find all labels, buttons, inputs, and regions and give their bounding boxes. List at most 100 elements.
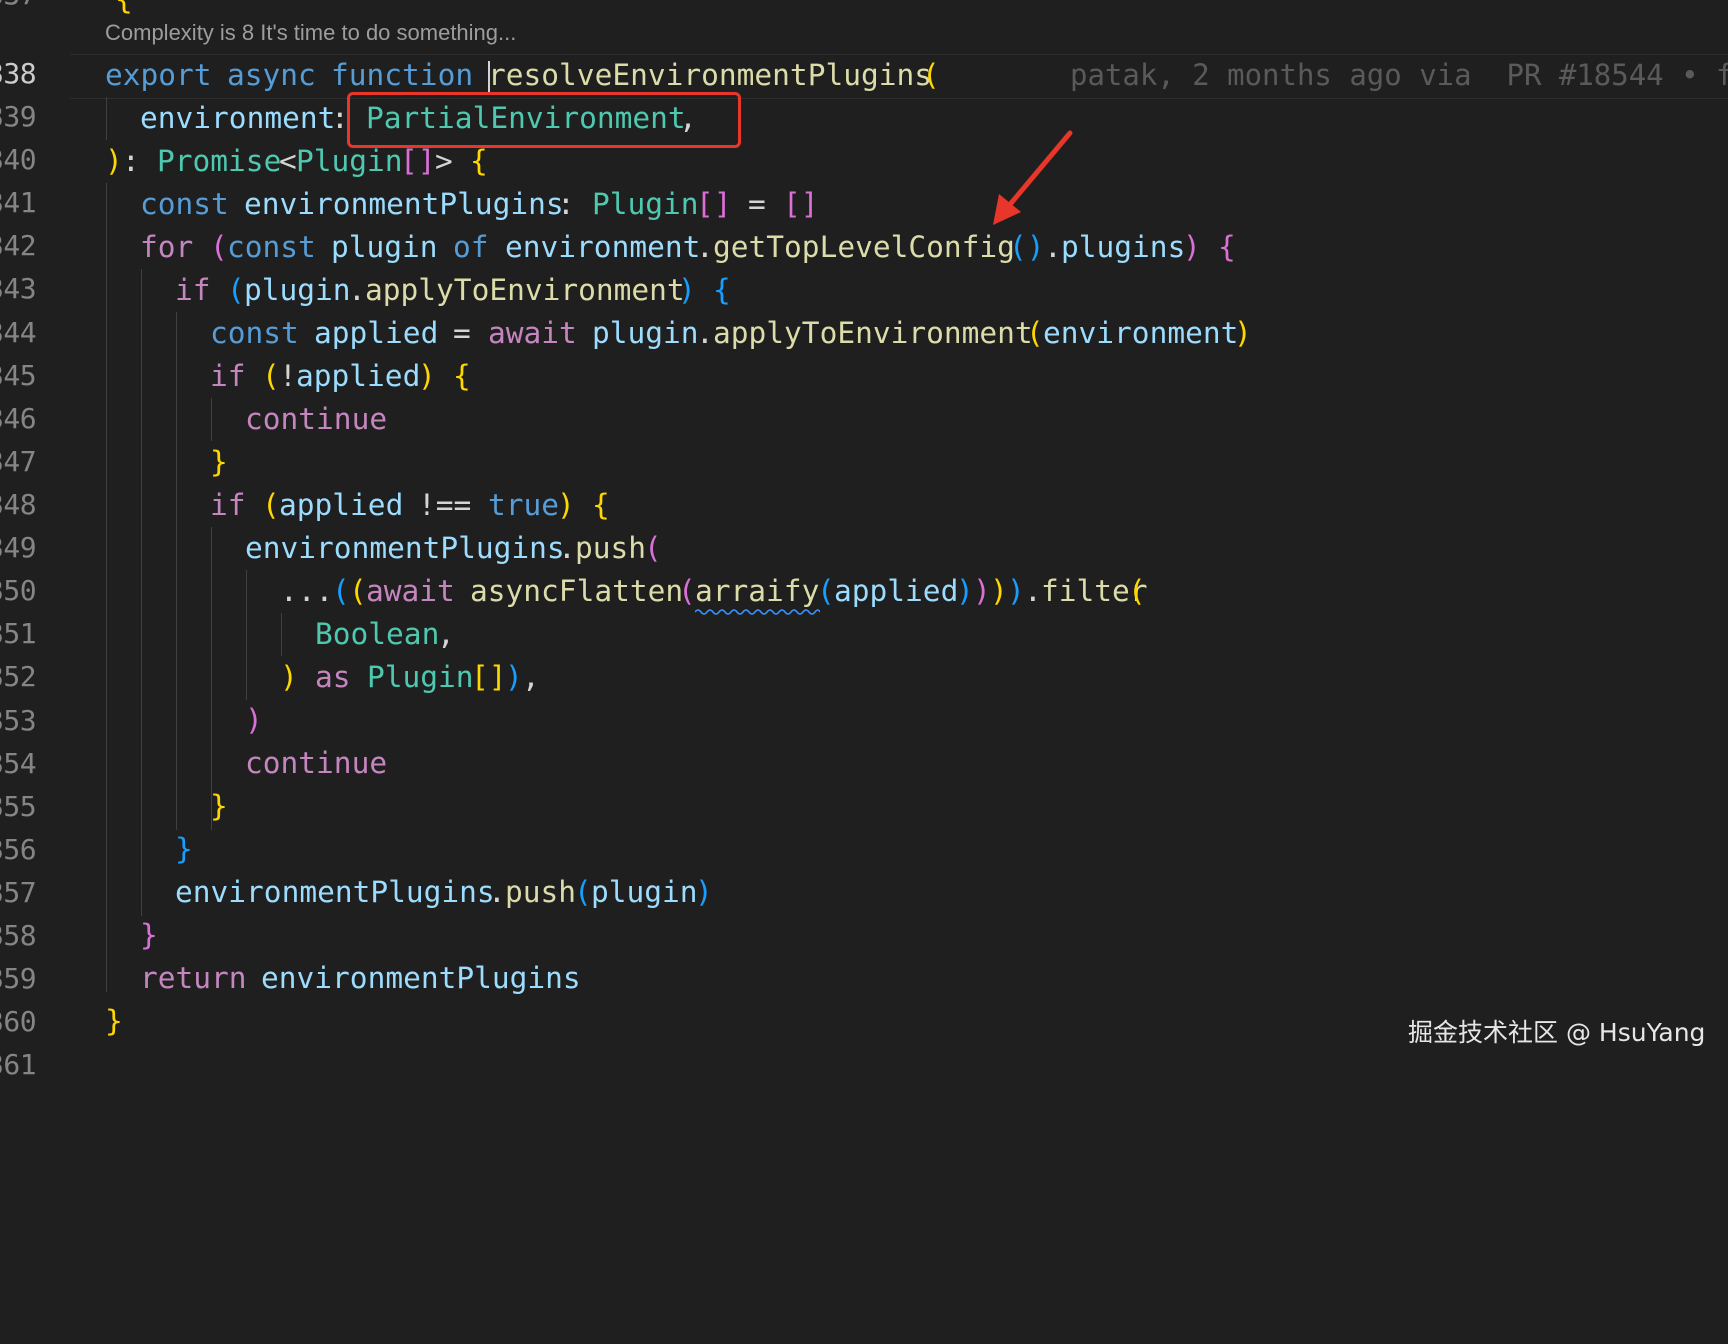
var-applied: applied [296,359,421,393]
code-line-348[interactable]: if ( applied !== true ) { [0,484,1728,527]
code-line-344[interactable]: const applied = await plugin . applyToEn… [0,312,1728,355]
paren: ) [418,359,436,393]
code-line-342[interactable]: for ( const plugin of environment . getT… [0,226,1728,269]
code-line-345[interactable]: if ( ! applied ) { [0,355,1728,398]
type-promise: Promise [157,144,282,178]
code-token: { [115,0,133,21]
code-line-351[interactable]: Boolean , [0,613,1728,656]
keyword-async: async [227,58,316,92]
var-applied: applied [279,488,404,522]
paren: ) [990,574,1008,608]
brace: } [210,445,228,479]
paren: ( [1026,316,1044,350]
paren: ) [245,703,263,737]
keyword-if: if [175,273,211,307]
paren: ( [644,531,662,565]
paren: ) [956,574,974,608]
code-line-343[interactable]: if ( plugin . applyToEnvironment ) { [0,269,1728,312]
brace: { [713,273,731,307]
code-line-341[interactable]: const environmentPlugins : Plugin [] = [… [0,183,1728,226]
punct: . [488,875,506,909]
keyword-true: true [488,488,560,522]
punct: ! [279,359,297,393]
paren: ( [1128,574,1146,608]
code-line-353[interactable]: ) [0,699,1728,742]
punct: . [696,316,714,350]
red-arrow-annotation [993,130,1073,225]
punct: : [122,144,140,178]
fn-push: push [505,875,577,909]
keyword-if: if [210,359,246,393]
code-line-346[interactable]: continue [0,398,1728,441]
punct: !== [418,488,472,522]
var-plugin: plugin [592,316,699,350]
paren: ) [1183,230,1201,264]
code-line-355[interactable]: } [0,785,1728,828]
fn-async-flatten: asyncFlatten [470,574,684,608]
code-editor[interactable]: 337 338 339 340 341 342 343 344 345 346 … [0,0,1728,1081]
fn-apply-to-environment: applyToEnvironment [365,273,685,307]
punct: = [748,187,766,221]
fn-apply-to-environment: applyToEnvironment [713,316,1033,350]
code-line-349[interactable]: environmentPlugins . push ( [0,527,1728,570]
keyword-continue: continue [245,402,388,436]
code-line-347[interactable]: } [0,441,1728,484]
brace: } [210,789,228,823]
punct: , [522,660,540,694]
paren: ( [922,58,940,92]
text-cursor [488,61,490,95]
code-line-350[interactable]: ... ( ( await asyncFlatten ( arraify ( a… [0,570,1728,613]
keyword-of: of [453,230,489,264]
type-plugin: Plugin [592,187,699,221]
punct: > [435,144,453,178]
paren: ( [817,574,835,608]
var-plugin: plugin [331,230,438,264]
keyword-function: function [331,58,474,92]
var-applied: applied [834,574,959,608]
fn-get-top-level-config: getTopLevelConfig [713,230,1015,264]
keyword-await: await [488,316,577,350]
code-line-357[interactable]: environmentPlugins . push ( plugin ) [0,871,1728,914]
punct: . [1024,574,1042,608]
keyword-for: for [140,230,194,264]
code-line-352[interactable]: ) as Plugin [] ) , [0,656,1728,699]
brace: } [105,1004,123,1038]
code-line-340[interactable]: ) : Promise < Plugin [] > { [0,140,1728,183]
paren: ) [557,488,575,522]
code-line-359[interactable]: return environmentPlugins [0,957,1728,1000]
keyword-if: if [210,488,246,522]
paren: ) [678,273,696,307]
brace: } [175,832,193,866]
brace: } [140,918,158,952]
complexity-codelens[interactable]: Complexity is 8 It's time to do somethin… [105,20,516,46]
paren: ( [262,359,280,393]
fn-push: push [575,531,647,565]
paren: ( [332,574,350,608]
git-blame-annotation: patak, 2 months ago via PR #18544 • f [1070,58,1728,92]
var-environment: environment [1043,316,1239,350]
code-line-356[interactable]: } [0,828,1728,871]
keyword-return: return [140,961,247,995]
var-plugin: plugin [591,875,698,909]
fn-arraify: arraify [695,574,820,608]
brackets: [] [696,187,732,221]
code-line-358[interactable]: } [0,914,1728,957]
keyword-await: await [366,574,455,608]
keyword-as: as [315,660,351,694]
paren: ( [262,488,280,522]
watermark-text: 掘金技术社区 @ HsuYang [1408,1018,1706,1047]
paren: ) [973,574,991,608]
var-environment-plugins: environmentPlugins [175,875,495,909]
var-environment-plugins: environmentPlugins [261,961,581,995]
code-line-354[interactable]: continue [0,742,1728,785]
paren: ) [1007,574,1025,608]
var-applied: applied [314,316,439,350]
brace: { [1218,230,1236,264]
keyword-const: const [227,230,316,264]
punct: = [453,316,471,350]
type-plugin: Plugin [296,144,403,178]
var-environment-plugins: environmentPlugins [245,531,565,565]
paren: ) [505,660,523,694]
code-line-339[interactable]: environment : PartialEnvironment , [0,97,1728,140]
param-environment: environment [140,101,336,135]
